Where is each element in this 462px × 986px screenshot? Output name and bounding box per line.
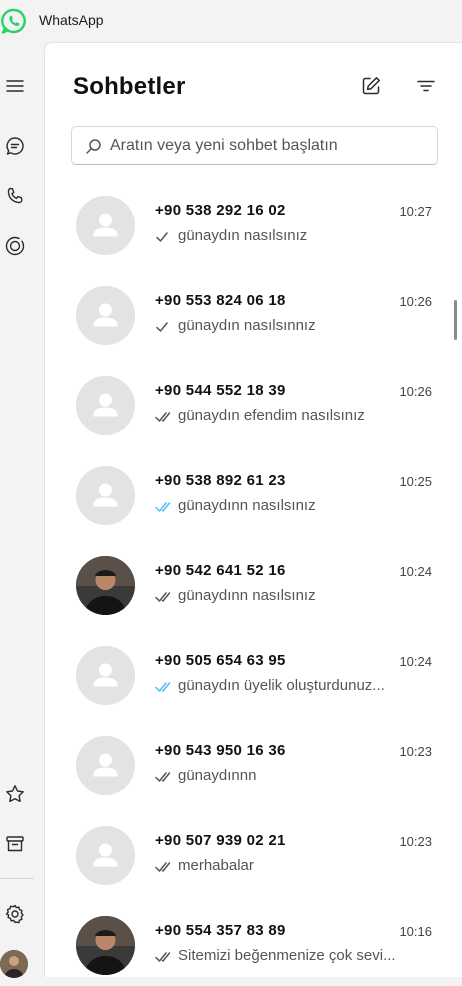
calls-button[interactable]	[0, 181, 30, 211]
double-check-icon	[155, 860, 174, 872]
chat-contact-name: +90 553 824 06 18	[155, 292, 286, 309]
filter-icon	[417, 80, 435, 92]
default-avatar-icon	[76, 736, 135, 795]
chat-preview-text: merhabalar	[178, 857, 254, 874]
chat-list-item[interactable]: +90 553 824 06 18 10:26 günaydın nasılsınn…	[45, 266, 457, 356]
chat-list-item[interactable]: +90 507 939 02 21 10:23 merhabalar	[45, 806, 457, 896]
chat-preview-text: günaydınnn	[178, 767, 257, 784]
chat-list-item[interactable]: +90 505 654 63 95 10:24 günaydın üyelik ol…	[45, 626, 457, 716]
chat-timestamp: 10:26	[399, 294, 432, 309]
menu-button[interactable]	[0, 71, 30, 101]
chat-preview-text: günaydınn nasılsınız	[178, 497, 316, 514]
chat-preview-text: günaydın üyelik oluşturdunuz...	[178, 677, 385, 694]
archive-icon	[6, 836, 24, 852]
default-avatar-icon	[76, 826, 135, 885]
chat-preview: günaydınn nasılsınız	[155, 497, 410, 514]
default-avatar-icon	[76, 466, 135, 525]
chat-preview-text: Sitemizi beğenmenize çok sevi...	[178, 947, 396, 964]
double-check-icon	[155, 590, 174, 602]
search-box	[71, 126, 438, 165]
chat-contact-name: +90 538 292 16 02	[155, 202, 286, 219]
chat-preview: günaydınnn	[155, 767, 410, 784]
status-button[interactable]	[0, 231, 30, 261]
chat-list-item[interactable]: +90 538 892 61 23 10:25 günaydınn nasılsın…	[45, 446, 457, 536]
chat-preview-text: günaydın nasılsınız	[178, 227, 308, 244]
page-title: Sohbetler	[73, 73, 186, 100]
rail-divider	[0, 878, 34, 879]
chat-timestamp: 10:23	[399, 834, 432, 849]
chat-preview-text: günaydın efendim nasılsınız	[178, 407, 365, 424]
settings-button[interactable]	[0, 899, 30, 929]
archived-chats-button[interactable]	[0, 829, 30, 859]
contact-photo-avatar	[76, 556, 135, 615]
default-avatar-icon	[76, 376, 135, 435]
chat-contact-name: +90 542 641 52 16	[155, 562, 286, 579]
chat-contact-name: +90 554 357 83 89	[155, 922, 286, 939]
chat-list-item[interactable]: +90 554 357 83 89 10:16 Sitemizi beğenmeni…	[45, 896, 457, 986]
profile-avatar[interactable]	[0, 950, 28, 978]
chat-timestamp: 10:24	[399, 654, 432, 669]
default-avatar-icon	[76, 646, 135, 705]
chat-contact-name: +90 505 654 63 95	[155, 652, 286, 669]
double-check-read-icon	[155, 680, 174, 692]
gear-icon	[5, 904, 24, 924]
chat-timestamp: 10:24	[399, 564, 432, 579]
chat-list-item[interactable]: +90 544 552 18 39 10:26 günaydın efendim n…	[45, 356, 457, 446]
scrollbar-thumb[interactable]	[454, 300, 457, 340]
app-title: WhatsApp	[39, 12, 104, 28]
menu-icon	[6, 80, 24, 92]
chat-preview: günaydınn nasılsınız	[155, 587, 410, 604]
chat-contact-name: +90 538 892 61 23	[155, 472, 286, 489]
chat-timestamp: 10:16	[399, 924, 432, 939]
star-icon	[6, 785, 24, 803]
filter-button[interactable]	[413, 73, 439, 99]
search-input[interactable]	[110, 135, 430, 157]
chat-contact-name: +90 507 939 02 21	[155, 832, 286, 849]
double-check-read-icon	[155, 500, 174, 512]
chat-preview: günaydın nasılsınız	[155, 227, 410, 244]
new-chat-button[interactable]	[358, 73, 384, 99]
title-bar: WhatsApp	[0, 0, 462, 42]
chat-timestamp: 10:25	[399, 474, 432, 489]
chat-contact-name: +90 544 552 18 39	[155, 382, 286, 399]
single-check-icon	[155, 320, 174, 332]
chat-list-item[interactable]: +90 543 950 16 36 10:23 günaydınnn	[45, 716, 457, 806]
chat-preview: günaydın efendim nasılsınız	[155, 407, 410, 424]
default-avatar-icon	[76, 286, 135, 345]
chats-button[interactable]	[0, 131, 30, 161]
chat-preview: günaydın nasılsınnız	[155, 317, 410, 334]
chat-timestamp: 10:23	[399, 744, 432, 759]
chats-icon	[6, 137, 24, 155]
starred-messages-button[interactable]	[0, 779, 30, 809]
chat-contact-name: +90 543 950 16 36	[155, 742, 286, 759]
navigation-rail	[0, 42, 44, 978]
calls-icon	[7, 187, 23, 204]
chat-preview-text: günaydınn nasılsınız	[178, 587, 316, 604]
double-check-icon	[155, 410, 174, 422]
search-icon	[85, 138, 102, 155]
chats-panel: Sohbetler +90 538 292 16 02 10:27 günaydın…	[44, 42, 462, 977]
chat-list: +90 538 292 16 02 10:27 günaydın nasılsını…	[45, 176, 457, 986]
chat-list-item[interactable]: +90 538 292 16 02 10:27 günaydın nasılsını…	[45, 176, 457, 266]
status-icon	[5, 236, 25, 256]
chat-timestamp: 10:27	[399, 204, 432, 219]
chat-preview: Sitemizi beğenmenize çok sevi...	[155, 947, 410, 964]
chat-list-item[interactable]: +90 542 641 52 16 10:24 günaydınn nasılsın…	[45, 536, 457, 626]
edit-icon	[362, 77, 380, 95]
default-avatar-icon	[76, 196, 135, 255]
chat-preview-text: günaydın nasılsınnız	[178, 317, 316, 334]
double-check-icon	[155, 770, 174, 782]
chat-timestamp: 10:26	[399, 384, 432, 399]
whatsapp-logo-icon	[0, 7, 28, 35]
contact-photo-avatar	[76, 916, 135, 975]
chat-preview: günaydın üyelik oluşturdunuz...	[155, 677, 410, 694]
single-check-icon	[155, 230, 174, 242]
double-check-icon	[155, 950, 174, 962]
chat-preview: merhabalar	[155, 857, 410, 874]
